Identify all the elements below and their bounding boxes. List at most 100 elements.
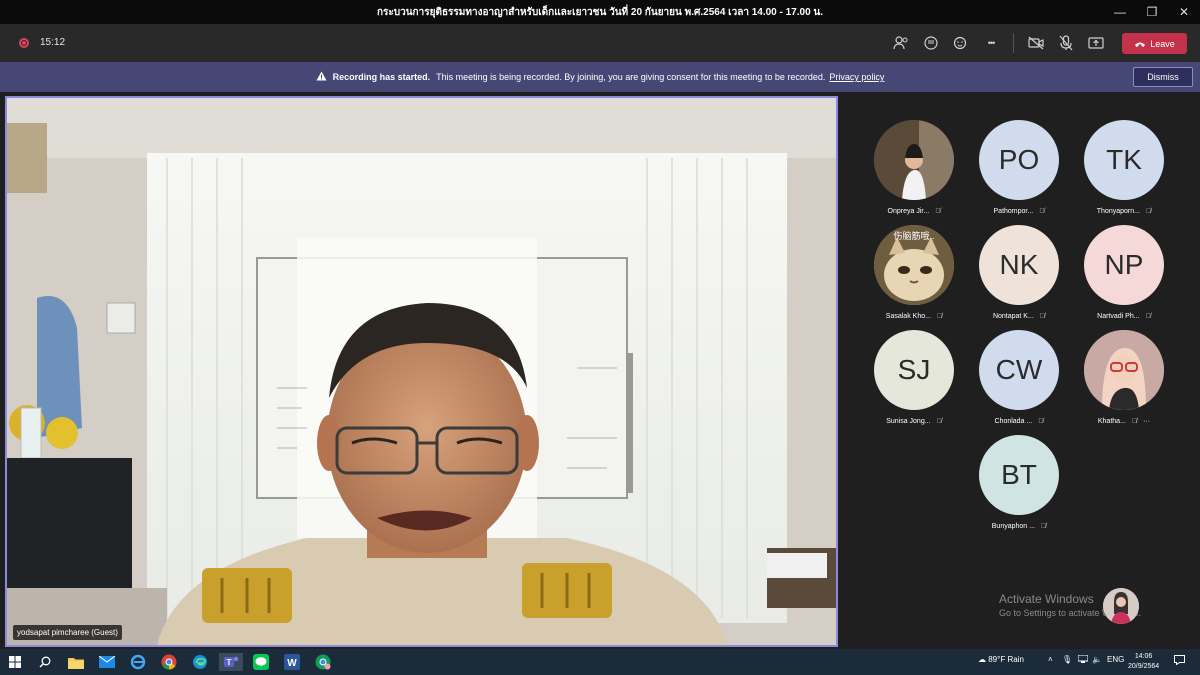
banner-message: This meeting is being recorded. By joini… bbox=[436, 72, 826, 82]
participant-label: Chonlada ... 🎙̸ bbox=[994, 418, 1044, 425]
svg-text:T: T bbox=[227, 658, 232, 667]
svg-text:W: W bbox=[287, 658, 297, 669]
participant-tile[interactable]: NP Nartvadi Ph... 🎙̸ bbox=[1074, 225, 1174, 330]
tray-mic-icon[interactable]: 🎙 bbox=[1062, 655, 1072, 664]
internet-explorer-icon[interactable] bbox=[129, 653, 147, 671]
chrome-profile-icon[interactable] bbox=[314, 653, 332, 671]
participant-tile[interactable]: PO Pathompor... 🎙̸ bbox=[969, 120, 1069, 225]
meeting-timer: 15:12 bbox=[40, 37, 66, 48]
participant-label: Sasalak Kho... 🎙̸ bbox=[885, 313, 943, 320]
participant-label: Bunyaphon ... 🎙̸ bbox=[991, 523, 1047, 530]
participant-tile[interactable]: Onpreya Jir... 🎙̸ bbox=[864, 120, 964, 225]
participant-photo-avatar bbox=[1084, 330, 1164, 410]
participants-icon[interactable] bbox=[892, 34, 910, 52]
cloud-rain-icon: ☁ bbox=[978, 655, 986, 664]
main-video-feed[interactable]: yodsapat pimcharee (Guest) bbox=[5, 96, 838, 647]
edge-icon[interactable] bbox=[191, 653, 209, 671]
network-icon[interactable] bbox=[1077, 654, 1089, 665]
mail-icon[interactable] bbox=[98, 653, 116, 671]
taskbar-clock[interactable]: 14:06 20/9/2564 bbox=[1128, 652, 1159, 672]
tile-more-options-icon[interactable]: ··· bbox=[1143, 418, 1150, 425]
volume-icon[interactable]: 🔈 bbox=[1092, 655, 1102, 664]
tray-chevron-up-icon[interactable]: ˄ bbox=[1048, 655, 1053, 664]
dismiss-button[interactable]: Dismiss bbox=[1133, 67, 1193, 87]
minimize-button[interactable]: — bbox=[1104, 0, 1136, 24]
participant-label: Khatha... 🎙̸ ··· bbox=[1097, 418, 1151, 425]
participant-initials-avatar: PO bbox=[979, 120, 1059, 200]
participant-photo-avatar: 伤脑筋哦.. bbox=[874, 225, 954, 305]
self-view-video[interactable] bbox=[1103, 588, 1139, 624]
search-icon[interactable] bbox=[36, 653, 54, 671]
mic-off-icon: 🎙̸ bbox=[936, 313, 943, 320]
notifications-icon[interactable] bbox=[1174, 655, 1185, 667]
participant-initials-avatar: SJ bbox=[874, 330, 954, 410]
participant-initials-avatar: TK bbox=[1084, 120, 1164, 200]
word-icon[interactable]: W bbox=[283, 653, 301, 671]
chat-icon[interactable] bbox=[922, 34, 940, 52]
mic-off-icon: 🎙̸ bbox=[1145, 313, 1151, 320]
mic-off-icon: 🎙̸ bbox=[1145, 208, 1152, 215]
weather-widget[interactable]: ☁ 89°F Rain bbox=[978, 655, 1024, 664]
participant-label: Pathompor... 🎙̸ bbox=[993, 208, 1045, 215]
weather-text: 89°F Rain bbox=[988, 655, 1024, 664]
chrome-icon[interactable] bbox=[160, 653, 178, 671]
banner-title: Recording has started. bbox=[332, 72, 431, 82]
more-options-icon[interactable]: ••• bbox=[982, 34, 1000, 52]
phone-hangup-icon bbox=[1135, 42, 1146, 47]
mic-off-icon: 🎙̸ bbox=[1131, 418, 1138, 425]
meeting-toolbar: 15:12 ••• Leave bbox=[0, 24, 1200, 62]
window-controls: — ❐ ✕ bbox=[1104, 0, 1200, 24]
teams-meeting-window: กระบวนการยุติธรรมทางอาญาสำหรับเด็กและเยา… bbox=[0, 0, 1200, 675]
leave-label: Leave bbox=[1150, 38, 1175, 49]
teams-icon[interactable]: T bbox=[219, 653, 243, 671]
participant-initials-avatar: CW bbox=[979, 330, 1059, 410]
participant-initials-avatar: NP bbox=[1084, 225, 1164, 305]
clock-time: 14:06 bbox=[1134, 653, 1153, 660]
leave-button[interactable]: Leave bbox=[1122, 33, 1187, 54]
input-language[interactable]: ENG bbox=[1107, 655, 1124, 664]
participant-label: Nontapat K... 🎙̸ bbox=[992, 313, 1046, 320]
recording-indicator-icon bbox=[19, 38, 29, 48]
participant-label: Thonyaporn... 🎙̸ bbox=[1096, 208, 1152, 215]
participant-label: Sunisa Jong... 🎙̸ bbox=[886, 418, 942, 425]
participant-tile[interactable]: NK Nontapat K... 🎙̸ bbox=[969, 225, 1069, 330]
participant-tile[interactable]: 伤脑筋哦.. Sasalak Kho... 🎙̸ bbox=[864, 225, 964, 330]
participant-tile[interactable]: TK Thonyaporn... 🎙̸ bbox=[1074, 120, 1174, 225]
participant-initials-avatar: BT bbox=[979, 435, 1059, 515]
clock-date: 20/9/2564 bbox=[1128, 663, 1160, 670]
avatar-caption: 伤脑筋哦.. bbox=[893, 231, 935, 241]
participant-gallery: Onpreya Jir... 🎙̸ PO Pathompor... 🎙̸ TK Th… bbox=[845, 96, 1200, 566]
mic-off-icon: 🎙̸ bbox=[1039, 313, 1046, 320]
participant-tile[interactable]: CW Chonlada ... 🎙̸ bbox=[969, 330, 1069, 435]
mic-off-icon: 🎙̸ bbox=[936, 418, 942, 425]
participant-label: Nartvadi Ph... 🎙̸ bbox=[1097, 313, 1151, 320]
toolbar-divider bbox=[1013, 33, 1014, 53]
participant-tile[interactable]: Khatha... 🎙̸ ··· bbox=[1074, 330, 1174, 435]
activate-title: Activate Windows bbox=[999, 592, 1094, 606]
participant-label: Onpreya Jir... 🎙̸ bbox=[887, 208, 941, 215]
privacy-policy-link[interactable]: Privacy policy bbox=[829, 72, 884, 82]
warning-icon bbox=[316, 71, 327, 83]
mic-off-icon: 🎙̸ bbox=[1040, 523, 1047, 530]
window-title-bar: กระบวนการยุติธรรมทางอาญาสำหรับเด็กและเยา… bbox=[0, 0, 1200, 24]
participant-tile[interactable]: BT Bunyaphon ... 🎙̸ bbox=[969, 435, 1069, 540]
participant-initials-avatar: NK bbox=[979, 225, 1059, 305]
maximize-button[interactable]: ❐ bbox=[1136, 0, 1168, 24]
participant-tile[interactable]: SJ Sunisa Jong... 🎙̸ bbox=[864, 330, 964, 435]
line-app-icon[interactable] bbox=[252, 653, 270, 671]
recording-banner: Recording has started. This meeting is b… bbox=[0, 62, 1200, 92]
windows-start-icon[interactable] bbox=[6, 653, 24, 671]
share-screen-icon[interactable] bbox=[1087, 34, 1105, 52]
reactions-icon[interactable] bbox=[952, 34, 970, 52]
mic-off-icon[interactable] bbox=[1057, 34, 1075, 52]
window-title: กระบวนการยุติธรรมทางอาญาสำหรับเด็กและเยา… bbox=[376, 6, 824, 18]
speaker-name-tag: yodsapat pimcharee (Guest) bbox=[13, 625, 122, 640]
camera-off-icon[interactable] bbox=[1027, 34, 1045, 52]
close-button[interactable]: ✕ bbox=[1168, 0, 1200, 24]
speaker-video-image bbox=[7, 98, 836, 645]
participant-photo-avatar bbox=[874, 120, 954, 200]
file-explorer-icon[interactable] bbox=[67, 653, 85, 671]
mic-off-icon: 🎙̸ bbox=[1039, 208, 1045, 215]
mic-off-icon: 🎙̸ bbox=[1038, 418, 1044, 425]
windows-taskbar: T W ☁ 89°F Rain ˄ 🎙 🔈 ENG 14:06 20/9/256… bbox=[0, 649, 1200, 675]
